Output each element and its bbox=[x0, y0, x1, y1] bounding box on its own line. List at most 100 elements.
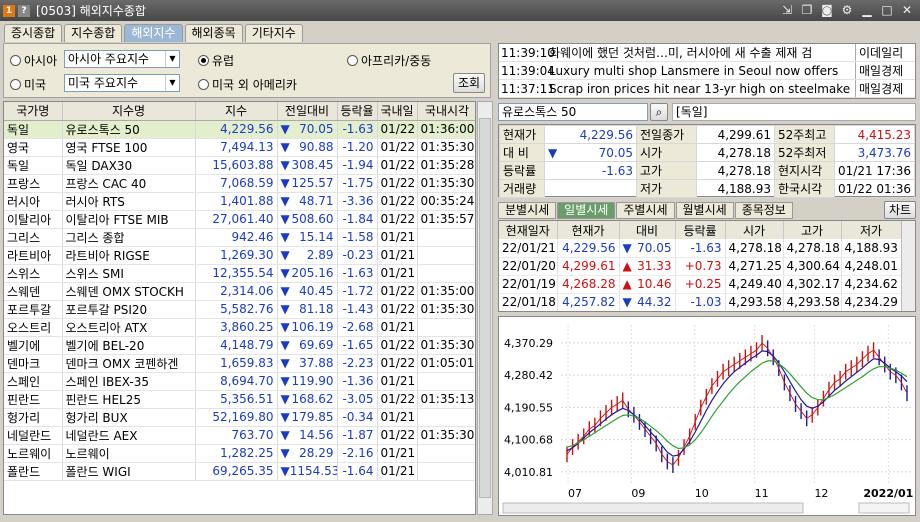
title-bar: 1 ? [0503] 해외지수종합 ⇲ ❐ ◙ ⚙ ▁ □ ✕ bbox=[0, 0, 920, 21]
table-row[interactable]: 라트비아 라트비아 RIGSE 1,269.30 ▼ 2.89 -0.23 01/21 bbox=[4, 246, 475, 265]
radio-asia[interactable]: 아시아 bbox=[10, 52, 57, 69]
time-cell bbox=[417, 264, 475, 283]
radio-europe[interactable]: 유럽 bbox=[198, 52, 234, 69]
column-header[interactable]: 전일대비 bbox=[277, 102, 338, 121]
table-row[interactable]: 스페인 스페인 IBEX-35 8,694.70 ▼ 119.90 -1.36 01/21 bbox=[4, 372, 475, 391]
table-row[interactable]: 22/01/18 4,257.82 ▼ 44.32 -1.03 4,293.58 4,293… bbox=[499, 293, 902, 311]
column-header[interactable]: 등락율 bbox=[337, 102, 378, 121]
daily-scrollbar[interactable] bbox=[901, 221, 915, 311]
tab-market-summary[interactable]: 증시종합 bbox=[4, 24, 63, 42]
news-time: 11:39:10 bbox=[501, 45, 555, 60]
news-item[interactable]: 11:39:04 Luxury multi shop Lansmere in Se… bbox=[499, 62, 915, 80]
table-scrollbar[interactable] bbox=[477, 101, 493, 515]
chart-button[interactable]: 차트 bbox=[884, 201, 916, 219]
query-button[interactable]: 조회 bbox=[453, 73, 485, 93]
table-row[interactable]: 폴란드 폴란드 WIGI 69,265.35 ▼ 1154.53 -1.64 01/21 bbox=[4, 462, 475, 481]
table-row[interactable]: 그리스 그리스 종합 942.46 ▼ 15.14 -1.58 01/21 bbox=[4, 228, 475, 247]
help-icon[interactable]: ? bbox=[18, 4, 30, 17]
change-value: 14.56 bbox=[299, 428, 334, 442]
table-row[interactable]: 오스트리 오스트리아 ATX 3,860.25 ▼ 106.19 -2.68 01/21 bbox=[4, 318, 475, 337]
table-row[interactable]: 포르투갈 포르투갈 PSI20 5,582.76 ▼ 81.18 -1.43 01/22 01… bbox=[4, 300, 475, 319]
date-cell: 01/22 bbox=[377, 156, 418, 175]
column-header[interactable]: 국내시각 bbox=[417, 102, 475, 121]
tab-overseas-index[interactable]: 해외지수 bbox=[124, 24, 183, 42]
table-row[interactable]: 독일 유로스톡스 50 4,229.56 ▼ 70.05 -1.63 01/22 01:36:… bbox=[4, 120, 475, 139]
table-row[interactable]: 22/01/20 4,299.61 ▲ 31.33 +0.73 4,271.25 4,300… bbox=[499, 257, 902, 276]
high-cell: 4,278.18 bbox=[783, 239, 842, 258]
column-header[interactable]: 현재일자 bbox=[499, 221, 558, 239]
tab-index-summary[interactable]: 지수종합 bbox=[64, 24, 123, 42]
table-row[interactable]: 독일 독일 DAX30 15,603.88 ▼ 308.45 -1.94 01/22 01:3… bbox=[4, 156, 475, 175]
index-name-cell: 스위스 SMI bbox=[62, 264, 196, 283]
table-row[interactable]: 프랑스 프랑스 CAC 40 7,068.59 ▼ 125.57 -1.75 01/22 01… bbox=[4, 174, 475, 193]
column-header[interactable]: 대비 bbox=[619, 221, 676, 239]
minimize-icon[interactable]: ▁ bbox=[860, 3, 874, 17]
close-icon[interactable]: ✕ bbox=[900, 3, 914, 17]
tab-weekly-prices[interactable]: 주별시세 bbox=[616, 202, 675, 219]
index-value-cell: 2,314.06 bbox=[195, 282, 278, 301]
table-row[interactable]: 22/01/19 4,268.28 ▲ 10.46 +0.25 4,249.40 4,302… bbox=[499, 275, 902, 294]
column-header[interactable]: 지수명 bbox=[62, 102, 196, 121]
us-index-select[interactable]: 미국 주요지수 ▼ bbox=[64, 74, 180, 92]
asia-index-select[interactable]: 아시아 주요지수 ▼ bbox=[64, 50, 180, 68]
change-value: 28.29 bbox=[299, 446, 334, 460]
quote-value: 3,473.76 bbox=[834, 143, 915, 162]
news-item[interactable]: 11:39:10 화웨이에 했던 것처럼…미, 러시아에 새 수출 제재 검 이데일… bbox=[499, 44, 915, 62]
index-name-cell: 영국 FTSE 100 bbox=[62, 138, 196, 157]
rate-cell: -1.64 bbox=[337, 462, 378, 481]
table-row[interactable]: 22/01/21 4,229.56 ▼ 70.05 -1.63 4,278.18 4,278… bbox=[499, 239, 902, 258]
main-tabs: 증시종합 지수종합 해외지수 해외종목 기타지수 bbox=[4, 24, 303, 42]
y-tick-label: 4,370.29 bbox=[504, 337, 553, 350]
table-row[interactable]: 덴마크 덴마크 OMX 코펜하겐 1,659.83 ▼ 37.88 -2.23 01/22 0… bbox=[4, 354, 475, 373]
table-row[interactable]: 스위스 스위스 SMI 12,355.54 ▼ 205.16 -1.63 01/21 bbox=[4, 264, 475, 283]
tab-stock-info[interactable]: 종목정보 bbox=[734, 202, 793, 219]
change-value: 106.19 bbox=[291, 320, 334, 334]
index-selector[interactable]: 유로스톡스 50 bbox=[498, 103, 648, 121]
tab-minute-prices[interactable]: 분별시세 bbox=[498, 202, 557, 219]
quote-value bbox=[544, 179, 637, 198]
table-row[interactable]: 스웨덴 스웨덴 OMX STOCKH 2,314.06 ▼ 40.45 -1.72 01/2… bbox=[4, 282, 475, 301]
index-value-cell: 4,148.79 bbox=[195, 336, 278, 355]
tab-monthly-prices[interactable]: 월별시세 bbox=[675, 202, 734, 219]
gear-icon[interactable]: ⚙ bbox=[840, 3, 854, 17]
table-row[interactable]: 이탈리아 이탈리아 FTSE MIB 27,061.40 ▼ 508.60 -1.84 01… bbox=[4, 210, 475, 229]
table-row[interactable]: 핀란드 핀란드 HEL25 5,356.51 ▼ 168.62 -3.05 01/22 01:… bbox=[4, 390, 475, 409]
radio-americas[interactable]: 미국 외 아메리카 bbox=[198, 76, 297, 93]
news-time: 11:37:11 bbox=[501, 81, 555, 96]
table-row[interactable]: 러시아 러시아 RTS 1,401.88 ▼ 48.71 -3.36 01/22 00:35:… bbox=[4, 192, 475, 211]
table-row[interactable]: 헝가리 헝가리 BUX 52,169.80 ▼ 179.85 -0.34 01/21 bbox=[4, 408, 475, 427]
search-icon[interactable]: ⌕ bbox=[650, 103, 668, 121]
camera-icon[interactable]: ◙ bbox=[820, 3, 834, 17]
column-header[interactable]: 시가 bbox=[725, 221, 784, 239]
tab-daily-prices[interactable]: 일별시세 bbox=[557, 202, 616, 219]
chevron-down-icon: ▼ bbox=[165, 75, 179, 91]
table-row[interactable]: 벨기에 벨기에 BEL-20 4,148.79 ▼ 69.69 -1.65 01/22 01:… bbox=[4, 336, 475, 355]
radio-africa-middle-east[interactable]: 아프리카/중동 bbox=[347, 52, 431, 69]
column-header[interactable]: 저가 bbox=[841, 221, 902, 239]
chart-canvas: 4,370.29 4,280.42 4,190.55 4,100.68 4,010.81… bbox=[502, 325, 913, 514]
change-cell: ▼ 168.62 bbox=[277, 390, 338, 409]
zoom-control[interactable] bbox=[858, 502, 910, 514]
column-header[interactable]: 국가명 bbox=[4, 102, 63, 121]
column-header[interactable]: 등락률 bbox=[675, 221, 726, 239]
copy-icon[interactable]: ❐ bbox=[800, 3, 814, 17]
country-cell: 스위스 bbox=[4, 264, 63, 283]
scrollbar-thumb[interactable] bbox=[479, 118, 491, 498]
rate-cell: -3.36 bbox=[337, 192, 378, 211]
table-row[interactable]: 노르웨이 노르웨이 1,282.25 ▼ 28.29 -2.16 01/21 bbox=[4, 444, 475, 463]
column-header[interactable]: 국내일 bbox=[377, 102, 418, 121]
table-row[interactable]: 영국 영국 FTSE 100 7,494.13 ▼ 90.88 -1.20 01/22 01:… bbox=[4, 138, 475, 157]
change-cell: ▼ 14.56 bbox=[277, 426, 338, 445]
chart-scrollbar[interactable] bbox=[502, 502, 804, 514]
down-arrow-icon: ▼ bbox=[280, 374, 290, 388]
tab-other-index[interactable]: 기타지수 bbox=[244, 24, 303, 42]
maximize-icon[interactable]: □ bbox=[880, 3, 894, 17]
table-row[interactable]: 네덜란드 네덜란드 AEX 763.70 ▼ 14.56 -1.87 01/22 01:35:… bbox=[4, 426, 475, 445]
column-header[interactable]: 현재가 bbox=[557, 221, 620, 239]
news-item[interactable]: 11:37:11 Scrap iron prices hit near 13-yr… bbox=[499, 80, 915, 98]
column-header[interactable]: 고가 bbox=[783, 221, 842, 239]
radio-us[interactable]: 미국 bbox=[10, 76, 46, 93]
column-header[interactable]: 지수 bbox=[195, 102, 278, 121]
tab-overseas-stocks[interactable]: 해외종목 bbox=[184, 24, 243, 42]
link-icon[interactable]: ⇲ bbox=[780, 3, 794, 17]
